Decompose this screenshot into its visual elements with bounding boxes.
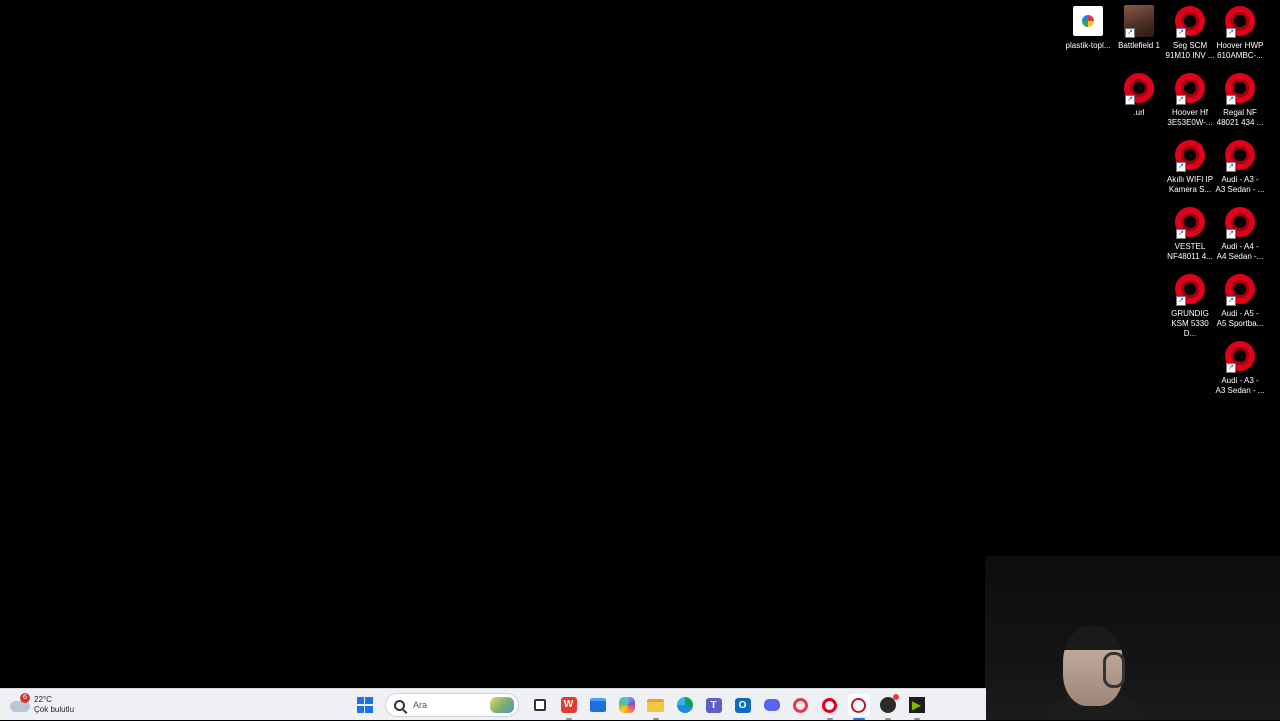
desktop-icon-battlefield-1[interactable]: ↗ Battlefield 1 — [1114, 4, 1164, 51]
desktop-icon-label: Audi - A4 - A4 Sedan -... — [1216, 242, 1264, 261]
opera-browser-icon — [851, 697, 866, 713]
taskbar-microsoft-store[interactable] — [587, 694, 609, 716]
desktop-icon-audi-a3-2[interactable]: ↗ Audi - A3 - A3 Sedan - ... — [1215, 339, 1265, 396]
taskbar: 6 22°C Çok bulutlu Ara W T O ▶ — [0, 688, 986, 720]
desktop-icon-label: VESTEL NF48011 4... — [1167, 242, 1213, 261]
taskbar-nvidia[interactable]: ▶ — [906, 694, 928, 720]
desktop-icon-plastik[interactable]: plastik-topl... — [1063, 4, 1113, 51]
taskbar-wps-office[interactable]: W — [558, 694, 580, 720]
desktop-icon-audi-a5[interactable]: ↗ Audi - A5 - A5 Sportba... — [1215, 272, 1265, 329]
desktop-icon-audi-a3-1[interactable]: ↗ Audi - A3 - A3 Sedan - ... — [1215, 138, 1265, 195]
windows-logo-icon — [356, 697, 373, 713]
desktop-icon-label: GRUNDIG KSM 5330 D... — [1171, 309, 1209, 338]
nvidia-icon: ▶ — [908, 697, 925, 713]
image-file-icon — [1073, 6, 1103, 36]
desktop-icon-label: Audi - A5 - A5 Sportba... — [1216, 309, 1264, 328]
taskbar-opera-browser[interactable] — [847, 694, 870, 720]
start-button[interactable] — [354, 694, 376, 716]
folder-icon — [647, 698, 664, 712]
desktop-icon-label: plastik-topl... — [1065, 41, 1111, 50]
desktop-icon-label: Battlefield 1 — [1118, 41, 1160, 50]
desktop-icon-grundig[interactable]: ↗ GRUNDIG KSM 5330 D... — [1165, 272, 1215, 339]
task-view-icon — [533, 699, 546, 711]
discord-icon — [763, 699, 780, 711]
teams-icon: T — [705, 697, 722, 713]
microsoft-store-icon — [589, 698, 606, 712]
desktop-icon-audi-a4[interactable]: ↗ Audi - A4 - A4 Sedan -... — [1215, 205, 1265, 262]
desktop-icon-label: Audi - A3 - A3 Sedan - ... — [1215, 175, 1265, 194]
copilot-icon — [618, 697, 635, 713]
taskbar-opera-gx[interactable] — [790, 694, 812, 716]
taskbar-obs[interactable] — [877, 694, 899, 720]
taskbar-edge[interactable] — [674, 694, 696, 716]
outlook-icon: O — [734, 697, 751, 713]
taskbar-outlook[interactable]: O — [732, 694, 754, 716]
opera-icon — [822, 697, 837, 713]
edge-icon — [676, 697, 693, 713]
desktop-icon-hoover-hf[interactable]: ↗ Hoover Hf 3E53E0W-... — [1165, 71, 1215, 128]
webcam-overlay — [985, 556, 1280, 720]
taskbar-teams[interactable]: T — [703, 694, 725, 716]
search-placeholder: Ara — [413, 700, 428, 710]
weather-condition: Çok bulutlu — [34, 705, 75, 714]
desktop-icon-label: Seg SCM 91M10 INV ... — [1165, 41, 1215, 60]
desktop-icon-akilli-wifi[interactable]: ↗ Akıllı WIFI IP Kamera S... — [1165, 138, 1215, 195]
desktop-icon-label: Hoover Hf 3E53E0W-... — [1167, 108, 1213, 127]
weather-temperature: 22°C — [34, 695, 52, 704]
desktop-icon-regal-nf[interactable]: ↗ Regal NF 48021 434 ... — [1215, 71, 1265, 128]
desktop-icon-seg-scm[interactable]: ↗ Seg SCM 91M10 INV ... — [1165, 4, 1215, 61]
taskbar-file-explorer[interactable] — [645, 694, 667, 720]
taskbar-opera[interactable] — [819, 694, 841, 720]
task-view-button[interactable] — [529, 694, 551, 716]
desktop-icon-label: .url — [1133, 108, 1145, 117]
search-highlight-icon — [490, 697, 514, 713]
taskbar-copilot[interactable] — [616, 694, 638, 716]
obs-icon — [879, 694, 899, 713]
desktop-icon-label: Regal NF 48021 434 ... — [1216, 108, 1264, 127]
desktop-icon-vestel[interactable]: ↗ VESTEL NF48011 4... — [1165, 205, 1215, 262]
headphones-icon — [1103, 652, 1125, 688]
taskbar-search-box[interactable]: Ara — [385, 693, 519, 717]
search-icon — [394, 699, 405, 711]
weather-widget[interactable]: 6 22°C Çok bulutlu — [10, 691, 74, 719]
opera-gx-icon — [793, 697, 808, 713]
cloud-icon: 6 — [10, 693, 30, 713]
desktop-icon-label: Audi - A3 - A3 Sedan - ... — [1215, 376, 1265, 395]
desktop-icon-label: Akıllı WIFI IP Kamera S... — [1166, 175, 1214, 194]
desktop-icon-label: Hoover HWP 610AMBC-... — [1216, 41, 1264, 60]
taskbar-discord[interactable] — [761, 694, 783, 716]
desktop-icon-hoover-hwp[interactable]: ↗ Hoover HWP 610AMBC-... — [1215, 4, 1265, 61]
notification-badge: 6 — [20, 693, 30, 703]
taskbar-app-strip: Ara W T O ▶ — [350, 689, 931, 721]
desktop-icon-url[interactable]: ↗ .url — [1114, 71, 1164, 118]
wps-office-icon: W — [560, 697, 577, 713]
